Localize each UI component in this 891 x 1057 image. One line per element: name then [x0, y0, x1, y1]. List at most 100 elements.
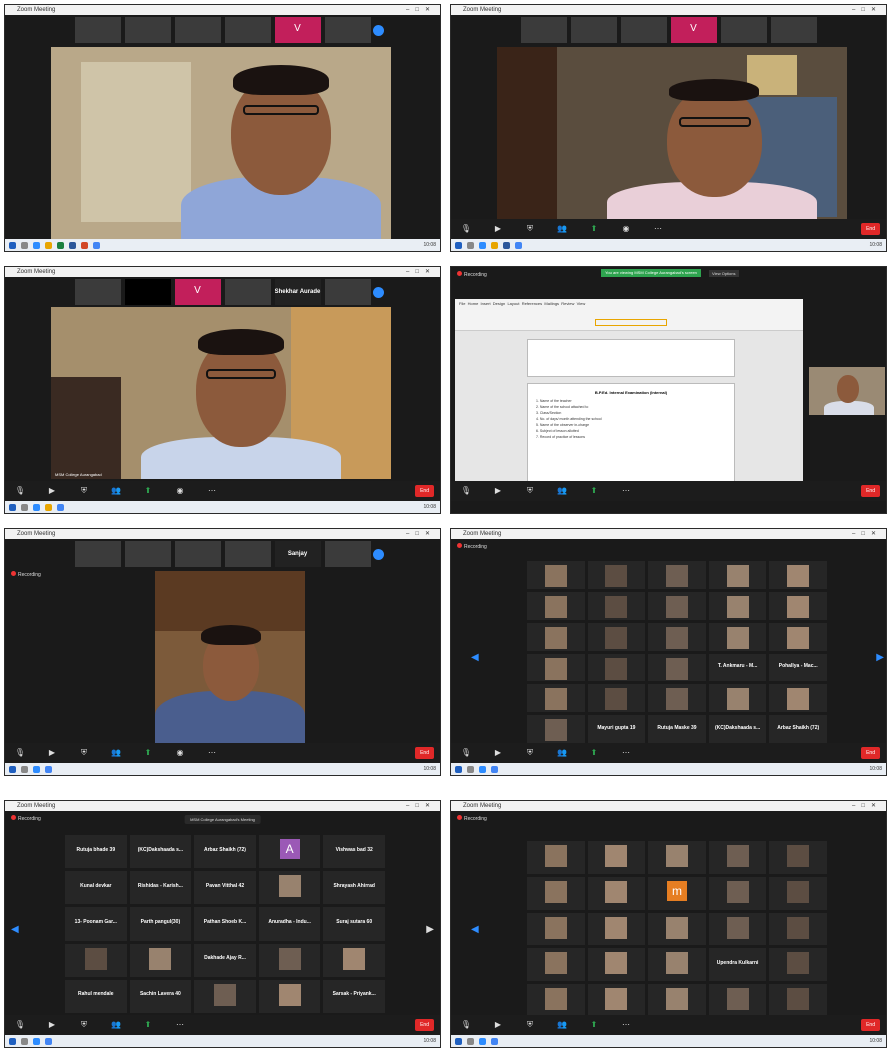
video-button[interactable]: ▶	[43, 487, 61, 495]
participant-tile[interactable]	[587, 622, 646, 651]
participant-tile[interactable]	[587, 653, 646, 682]
participant-tile[interactable]	[769, 591, 827, 620]
word-icon[interactable]	[503, 241, 510, 249]
participant-tile[interactable]	[769, 912, 827, 946]
participant-tile[interactable]: Rahul mendale	[65, 979, 127, 1013]
record-button[interactable]: ◉	[171, 487, 189, 495]
participant-tile[interactable]	[708, 841, 767, 874]
participant-tile[interactable]	[527, 561, 585, 589]
participant-tile[interactable]	[527, 684, 585, 713]
participant-thumb-v[interactable]: V	[174, 279, 221, 305]
mute-button[interactable]: 🎙	[11, 487, 29, 495]
mute-button[interactable]: 🎙	[11, 749, 29, 757]
participants-button[interactable]: 👥	[107, 487, 125, 495]
security-button[interactable]: ⛨	[75, 487, 93, 495]
end-button[interactable]: End	[415, 485, 434, 497]
folder-icon[interactable]	[45, 503, 52, 511]
participant-tile[interactable]	[708, 984, 767, 1017]
security-button[interactable]: ⛨	[521, 1021, 539, 1029]
prev-page-icon[interactable]: ◀	[471, 924, 479, 935]
participant-thumb[interactable]	[174, 17, 221, 43]
zoom-icon[interactable]	[479, 1037, 486, 1045]
participant-tile[interactable]	[708, 876, 767, 910]
participant-thumb[interactable]	[570, 17, 617, 43]
participant-tile[interactable]	[527, 912, 585, 946]
mute-button[interactable]: 🎙	[457, 1021, 475, 1029]
participant-tile[interactable]	[769, 561, 827, 589]
chrome-icon[interactable]	[491, 765, 498, 773]
participant-thumb-name[interactable]: Shekhar Aurade	[274, 279, 321, 305]
window-controls[interactable]: –□✕	[406, 801, 436, 811]
participant-tile[interactable]: Anuradha - Indu...	[258, 907, 321, 941]
participant-tile[interactable]	[323, 943, 385, 977]
participant-tile[interactable]	[648, 622, 706, 651]
word-icon[interactable]	[69, 241, 76, 249]
participant-tile[interactable]	[527, 841, 585, 874]
participant-tile[interactable]	[587, 591, 646, 620]
participants-button[interactable]: 👥	[553, 487, 571, 495]
participant-tile[interactable]: Parth pangul(30)	[129, 907, 192, 941]
start-icon[interactable]	[455, 241, 462, 249]
participant-tile[interactable]	[648, 841, 706, 874]
participant-tile[interactable]	[769, 622, 827, 651]
chrome-icon[interactable]	[93, 241, 100, 249]
search-icon[interactable]	[21, 503, 28, 511]
video-button[interactable]: ▶	[489, 487, 507, 495]
view-options-button[interactable]: View Options	[709, 270, 739, 277]
participant-tile[interactable]	[648, 653, 706, 682]
folder-icon[interactable]	[491, 241, 498, 249]
participant-thumb[interactable]	[324, 541, 371, 567]
participant-tile[interactable]	[258, 979, 321, 1013]
participant-tile[interactable]	[587, 984, 646, 1017]
participant-tile[interactable]	[527, 653, 585, 682]
more-button[interactable]: ⋯	[171, 1021, 189, 1029]
participant-tile[interactable]: Shrayash Ahirrad	[323, 871, 385, 905]
participant-thumb[interactable]	[224, 17, 271, 43]
next-page-icon[interactable]	[373, 25, 384, 36]
start-icon[interactable]	[9, 765, 16, 773]
participant-tile[interactable]: Sarsak - Priyank...	[323, 979, 385, 1013]
excel-icon[interactable]	[57, 241, 64, 249]
participant-tile[interactable]: (KC)Dakshaada s...	[129, 835, 192, 869]
participant-tile[interactable]	[527, 622, 585, 651]
window-controls[interactable]: –□✕	[406, 267, 436, 277]
participant-tile[interactable]	[648, 684, 706, 713]
participant-tile[interactable]: Mayuri gupta 19	[587, 715, 646, 743]
participant-thumb[interactable]	[324, 279, 371, 305]
participant-thumb-v[interactable]: V	[670, 17, 717, 43]
participant-tile[interactable]	[708, 591, 767, 620]
participant-tile[interactable]: Vishwas bad 32	[323, 835, 385, 869]
participant-tile[interactable]	[65, 943, 127, 977]
start-icon[interactable]	[9, 241, 16, 249]
participant-tile[interactable]: Sachin Lavera 40	[129, 979, 192, 1013]
security-button[interactable]: ⛨	[75, 749, 93, 757]
start-icon[interactable]	[9, 503, 16, 511]
chrome-icon[interactable]	[45, 1037, 52, 1045]
participant-thumb[interactable]	[324, 17, 371, 43]
participant-thumb-name[interactable]: Sanjay Shembekar	[274, 541, 321, 567]
window-controls[interactable]: –□✕	[406, 5, 436, 15]
participant-tile[interactable]: Arbaz Shaikh (72)	[194, 835, 256, 869]
share-screen-button[interactable]: ⬆	[585, 749, 603, 757]
chrome-icon[interactable]	[45, 765, 52, 773]
participant-tile[interactable]: 13- Poonam Gar...	[65, 907, 127, 941]
participant-thumb-v[interactable]: V	[274, 17, 321, 43]
share-screen-button[interactable]: ⬆	[139, 1021, 157, 1029]
participant-tile[interactable]	[527, 876, 585, 910]
participant-tile[interactable]: T. Ankmaru - M...	[708, 653, 767, 682]
participant-tile[interactable]	[587, 561, 646, 589]
search-icon[interactable]	[467, 1037, 474, 1045]
chrome-icon[interactable]	[491, 1037, 498, 1045]
prev-page-icon[interactable]: ◀	[11, 924, 19, 935]
share-screen-button[interactable]: ⬆	[139, 749, 157, 757]
participant-tile[interactable]	[769, 876, 827, 910]
more-button[interactable]: ⋯	[649, 225, 667, 233]
participant-tile[interactable]	[648, 984, 706, 1017]
participant-tile[interactable]	[769, 948, 827, 982]
share-screen-button[interactable]: ⬆	[585, 1021, 603, 1029]
more-button[interactable]: ⋯	[617, 1021, 635, 1029]
search-icon[interactable]	[21, 1037, 28, 1045]
participant-thumb[interactable]	[770, 17, 817, 43]
end-button[interactable]: End	[415, 1019, 434, 1031]
start-icon[interactable]	[455, 765, 462, 773]
